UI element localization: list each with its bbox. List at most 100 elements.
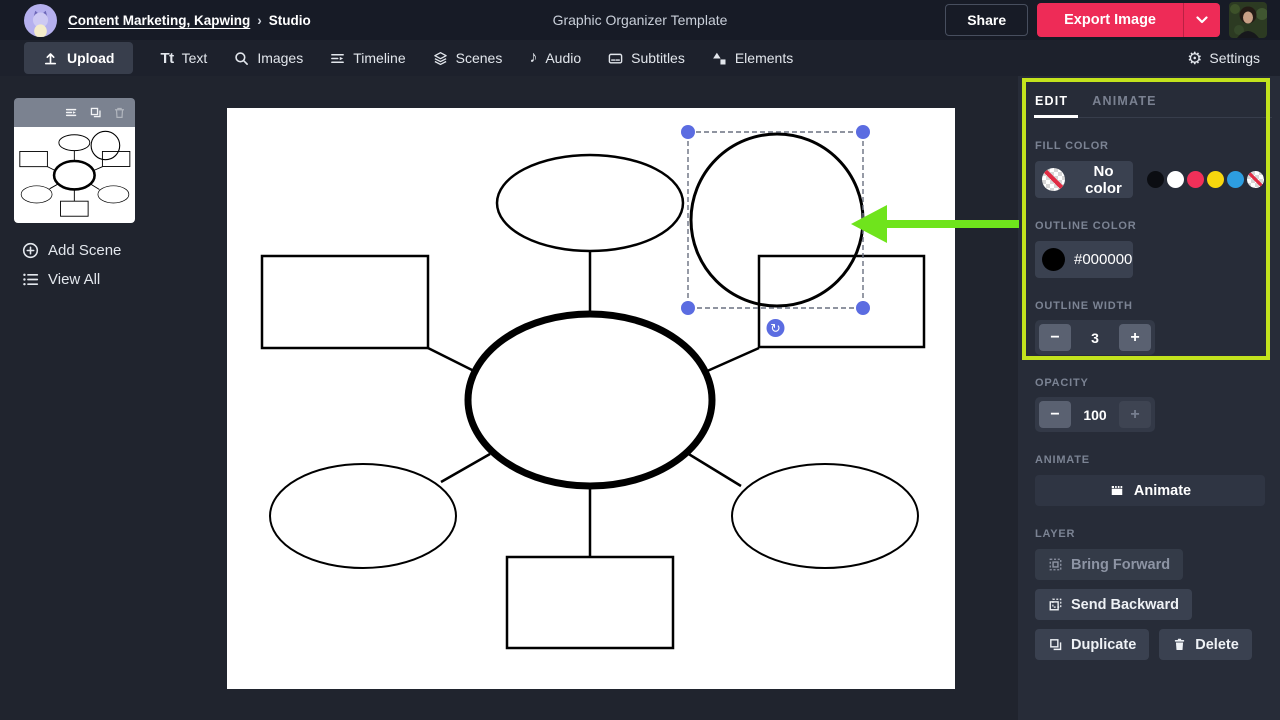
fill-swatch-nocolor[interactable]	[1247, 171, 1264, 188]
workspace-avatar[interactable]	[24, 4, 57, 37]
fill-swatch-red[interactable]	[1187, 171, 1204, 188]
outline-width-stepper: − 3 +	[1035, 320, 1155, 355]
connector-line	[90, 184, 99, 189]
chevron-down-icon	[1196, 16, 1208, 24]
opacity-label: OPACITY	[1035, 377, 1280, 389]
diagram-ellipse[interactable]	[54, 161, 95, 189]
outline-width-increase-button[interactable]: +	[1119, 324, 1151, 351]
tab-animate[interactable]: ANIMATE	[1092, 94, 1156, 108]
diagram-rect[interactable]	[507, 557, 673, 648]
add-scene-label: Add Scene	[48, 242, 121, 259]
trash-icon	[1172, 637, 1187, 652]
opacity-increase-button[interactable]: +	[1119, 401, 1151, 428]
bring-forward-button[interactable]: Bring Forward	[1035, 549, 1183, 580]
diagram-rect[interactable]	[20, 151, 48, 166]
selection-handle[interactable]	[856, 301, 870, 315]
opacity-value: 100	[1083, 407, 1106, 423]
diagram-rect[interactable]	[262, 256, 428, 348]
send-backward-button[interactable]: Send Backward	[1035, 589, 1192, 620]
topbar-actions: Share Export Image	[945, 2, 1267, 38]
scene-thumbnail[interactable]	[14, 98, 135, 223]
tab-timeline[interactable]: Timeline	[330, 50, 405, 66]
view-all-button[interactable]: View All	[22, 271, 100, 288]
tab-edit[interactable]: EDIT	[1035, 94, 1068, 108]
tab-text[interactable]: Tt Text	[160, 50, 207, 67]
connector-line	[93, 167, 102, 171]
animate-button[interactable]: Animate	[1035, 475, 1265, 506]
tab-subtitles[interactable]: Subtitles	[608, 50, 685, 66]
opacity-stepper: − 100 +	[1035, 397, 1155, 432]
diagram-rect[interactable]	[759, 256, 924, 347]
diagram-rect[interactable]	[102, 151, 129, 166]
outline-color-label: OUTLINE COLOR	[1035, 220, 1280, 232]
text-icon: Tt	[160, 50, 173, 67]
breadcrumb-workspace-link[interactable]: Content Marketing, Kapwing	[68, 13, 250, 28]
export-split-button: Export Image	[1037, 3, 1220, 37]
search-icon	[234, 51, 249, 66]
diagram-ellipse[interactable]	[270, 464, 456, 568]
gear-icon: ⚙	[1187, 50, 1202, 67]
reorder-scene-icon[interactable]	[65, 106, 78, 119]
diagram-ellipse[interactable]	[497, 155, 683, 251]
diagram-circle-selected[interactable]	[691, 134, 863, 306]
tab-audio[interactable]: ♪ Audio	[529, 50, 581, 66]
settings-button[interactable]: ⚙ Settings	[1187, 50, 1260, 67]
diagram-ellipse[interactable]	[59, 135, 90, 151]
export-options-button[interactable]	[1183, 3, 1220, 37]
tab-upload[interactable]: Upload	[24, 42, 133, 74]
tab-label: Timeline	[353, 50, 405, 66]
tab-label: Images	[257, 50, 303, 66]
outline-color-button[interactable]: #000000	[1035, 241, 1133, 278]
kapwing-studio: Content Marketing, Kapwing › Studio Grap…	[0, 0, 1280, 720]
tab-scenes[interactable]: Scenes	[433, 50, 503, 66]
send-backward-label: Send Backward	[1071, 597, 1179, 613]
selection-handle[interactable]	[681, 301, 695, 315]
duplicate-scene-icon[interactable]	[89, 106, 102, 119]
tab-label: Upload	[67, 50, 114, 66]
no-color-button[interactable]: No color	[1035, 161, 1133, 198]
diagram-ellipse[interactable]	[468, 314, 712, 486]
animate-button-label: Animate	[1134, 483, 1191, 499]
scene-mini-diagram	[14, 127, 135, 223]
settings-label: Settings	[1209, 50, 1260, 66]
delete-button[interactable]: Delete	[1159, 629, 1252, 660]
connector-line	[705, 348, 759, 372]
delete-scene-icon[interactable]	[113, 106, 126, 119]
diagram-ellipse[interactable]	[732, 464, 918, 568]
fill-swatch-white[interactable]	[1167, 171, 1184, 188]
user-avatar[interactable]	[1229, 2, 1267, 38]
editing-canvas[interactable]: ↻	[227, 108, 955, 689]
duplicate-button[interactable]: Duplicate	[1035, 629, 1149, 660]
diagram-rect[interactable]	[61, 201, 89, 216]
diagram-circle-selected[interactable]	[91, 131, 120, 159]
diagram-ellipse[interactable]	[21, 186, 52, 203]
tab-elements[interactable]: Elements	[712, 50, 793, 66]
selection-handle[interactable]	[681, 125, 695, 139]
fill-swatch-blue[interactable]	[1227, 171, 1244, 188]
layers-icon	[433, 51, 448, 66]
top-bar: Content Marketing, Kapwing › Studio Grap…	[0, 0, 1280, 40]
diagram-ellipse[interactable]	[98, 186, 129, 203]
selection-handle[interactable]	[856, 125, 870, 139]
fill-swatches	[1147, 171, 1264, 188]
upload-icon	[43, 51, 58, 66]
tab-label: Elements	[735, 50, 793, 66]
opacity-decrease-button[interactable]: −	[1039, 401, 1071, 428]
tab-images[interactable]: Images	[234, 50, 303, 66]
workspace: Add Scene View All ↻ EDIT ANIMATE FILL C…	[0, 76, 1280, 720]
fill-swatch-yellow[interactable]	[1207, 171, 1224, 188]
no-color-label: No color	[1074, 163, 1133, 197]
outline-width-decrease-button[interactable]: −	[1039, 324, 1071, 351]
add-scene-button[interactable]: Add Scene	[22, 242, 121, 259]
outline-color-chip	[1042, 248, 1065, 271]
share-button[interactable]: Share	[945, 4, 1028, 36]
outline-width-value: 3	[1091, 330, 1099, 346]
graphic-organizer-diagram[interactable]: ↻	[227, 108, 955, 689]
fill-swatch-black[interactable]	[1147, 171, 1164, 188]
export-image-button[interactable]: Export Image	[1037, 3, 1183, 37]
user-photo	[1229, 2, 1267, 38]
project-title[interactable]: Graphic Organizer Template	[553, 12, 728, 28]
connector-line	[50, 184, 58, 189]
fill-color-label: FILL COLOR	[1035, 140, 1280, 152]
rotate-icon: ↻	[770, 322, 780, 336]
